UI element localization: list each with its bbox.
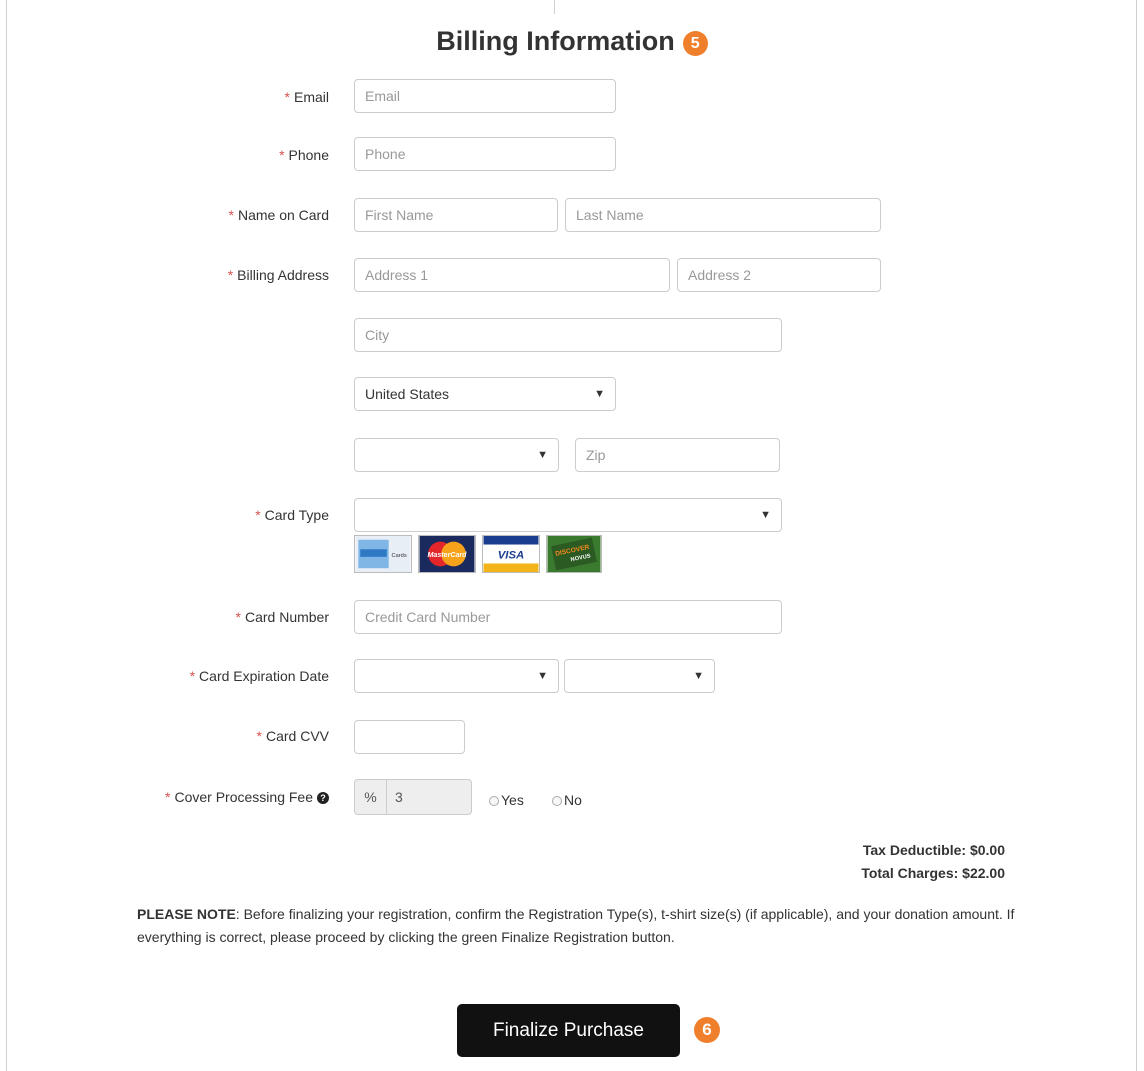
required-marker: * bbox=[279, 147, 285, 163]
caret-down-icon: ▼ bbox=[537, 449, 548, 461]
first-name-input[interactable] bbox=[354, 198, 558, 232]
country-value: United States bbox=[365, 386, 450, 402]
title-text: Billing Information bbox=[436, 26, 675, 56]
billing-address-label-text: Billing Address bbox=[237, 267, 329, 283]
state-select[interactable]: ▼ bbox=[354, 438, 559, 472]
required-marker: * bbox=[255, 507, 261, 523]
address2-input[interactable] bbox=[677, 258, 881, 292]
processing-fee-value: 3 bbox=[395, 789, 403, 805]
svg-text:MasterCard: MasterCard bbox=[427, 551, 467, 559]
radio-circle-icon[interactable] bbox=[489, 796, 499, 806]
caret-down-icon: ▼ bbox=[594, 388, 605, 400]
visa-card-icon: VISA bbox=[482, 535, 540, 573]
card-type-select[interactable]: ▼ bbox=[354, 498, 782, 532]
card-type-label: * Card Type bbox=[255, 507, 329, 523]
required-marker: * bbox=[165, 789, 171, 805]
required-marker: * bbox=[284, 89, 290, 105]
required-marker: * bbox=[189, 668, 196, 684]
step-badge: 5 bbox=[682, 31, 708, 56]
mastercard-icon: MasterCard bbox=[418, 535, 476, 573]
fee-yes-radio[interactable]: Yes bbox=[489, 792, 524, 808]
svg-text:Cards: Cards bbox=[392, 553, 407, 559]
name-on-card-label: * Name on Card bbox=[229, 207, 330, 223]
expiration-year-select[interactable]: ▼ bbox=[564, 659, 715, 693]
required-marker: * bbox=[235, 609, 241, 625]
fee-yes-label: Yes bbox=[501, 792, 524, 808]
card-number-input[interactable] bbox=[354, 600, 782, 634]
processing-fee-label-text: Cover Processing Fee bbox=[174, 789, 313, 805]
caret-down-icon: ▼ bbox=[760, 509, 771, 521]
card-type-label-text: Card Type bbox=[264, 507, 329, 523]
caret-down-icon: ▼ bbox=[537, 670, 548, 682]
discover-card-icon: DISCOVER NOVUS bbox=[546, 535, 602, 573]
billing-address-label: * Billing Address bbox=[228, 267, 329, 283]
step-badge-6: 6 bbox=[694, 1017, 720, 1043]
top-divider bbox=[554, 0, 555, 14]
phone-label: * Phone bbox=[279, 147, 329, 163]
question-circle-icon[interactable]: ? bbox=[317, 792, 329, 804]
card-cvv-input[interactable] bbox=[354, 720, 465, 754]
required-marker: * bbox=[256, 728, 262, 744]
processing-fee-label: * Cover Processing Fee? bbox=[165, 789, 329, 805]
finalize-purchase-button[interactable]: Finalize Purchase bbox=[457, 1004, 680, 1057]
required-marker: * bbox=[228, 207, 234, 223]
fee-no-radio[interactable]: No bbox=[552, 792, 582, 808]
note-heading: PLEASE NOTE bbox=[137, 906, 236, 922]
email-label-text: Email bbox=[293, 89, 329, 105]
card-cvv-label-text: Card CVV bbox=[265, 728, 329, 744]
card-cvv-label: * Card CVV bbox=[257, 728, 329, 744]
fee-no-label: No bbox=[564, 792, 582, 808]
phone-input[interactable] bbox=[354, 137, 616, 171]
page-title: Billing Information 5 bbox=[0, 26, 1144, 57]
card-number-label-text: Card Number bbox=[244, 609, 329, 625]
card-expiration-label-text: Card Expiration Date bbox=[199, 668, 329, 684]
name-on-card-label-text: Name on Card bbox=[237, 207, 329, 223]
card-expiration-label: * Card Expiration Date bbox=[190, 668, 329, 684]
note-text: : Before finalizing your registration, c… bbox=[137, 906, 1015, 945]
last-name-input[interactable] bbox=[565, 198, 881, 232]
city-input[interactable] bbox=[354, 318, 782, 352]
please-note: PLEASE NOTE: Before finalizing your regi… bbox=[137, 903, 1017, 949]
total-charges: Total Charges: $22.00 bbox=[861, 865, 1005, 881]
email-input[interactable] bbox=[354, 79, 616, 113]
processing-fee-input-group: % 3 bbox=[354, 779, 472, 815]
svg-text:VISA: VISA bbox=[498, 550, 525, 562]
amex-card-icon: Cards bbox=[354, 535, 412, 573]
email-label: * Email bbox=[285, 89, 329, 105]
caret-down-icon: ▼ bbox=[693, 670, 704, 682]
percent-addon: % bbox=[355, 780, 387, 814]
radio-circle-icon[interactable] bbox=[552, 796, 562, 806]
zip-input[interactable] bbox=[575, 438, 780, 472]
required-marker: * bbox=[227, 267, 234, 283]
address1-input[interactable] bbox=[354, 258, 670, 292]
expiration-month-select[interactable]: ▼ bbox=[354, 659, 559, 693]
phone-label-text: Phone bbox=[288, 147, 329, 163]
country-select[interactable]: United States ▼ bbox=[354, 377, 616, 411]
card-number-label: * Card Number bbox=[236, 609, 329, 625]
tax-deductible-total: Tax Deductible: $0.00 bbox=[862, 842, 1005, 858]
